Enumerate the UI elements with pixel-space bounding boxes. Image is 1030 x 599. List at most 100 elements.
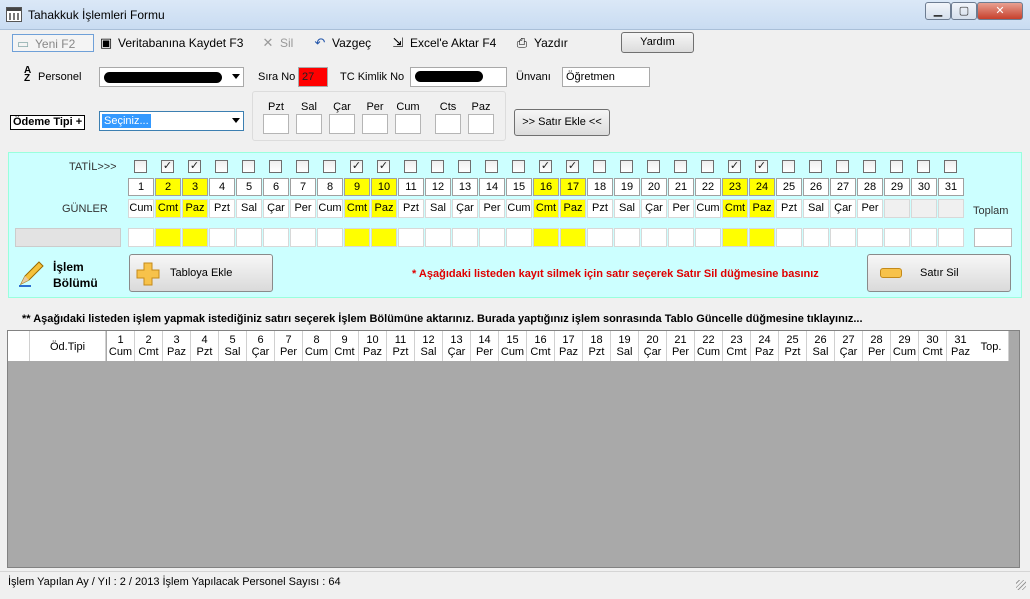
weekday-field[interactable] <box>263 114 289 134</box>
sort-az-icon[interactable]: AZ <box>24 66 36 84</box>
grid-header-day[interactable]: 13 Çar <box>443 331 471 361</box>
help-button[interactable]: Yardım <box>621 32 694 53</box>
day-value-field[interactable] <box>830 228 856 247</box>
day-value-field[interactable] <box>668 228 694 247</box>
grid-header-day[interactable]: 31 Paz <box>947 331 975 361</box>
day-value-field[interactable] <box>560 228 586 247</box>
add-row-button[interactable]: >> Satır Ekle << <box>514 109 610 136</box>
tatil-checkbox[interactable] <box>458 160 471 173</box>
grid-header-day[interactable]: 15 Cum <box>499 331 527 361</box>
grid-header-day[interactable]: 25 Pzt <box>779 331 807 361</box>
day-value-field[interactable] <box>506 228 532 247</box>
grid-header-day[interactable]: 1 Cum <box>107 331 135 361</box>
grid-header-day[interactable]: 22 Cum <box>695 331 723 361</box>
unvan-field[interactable]: Öğretmen <box>562 67 650 87</box>
tatil-checkbox[interactable] <box>485 160 498 173</box>
grid-header-day[interactable]: 18 Pzt <box>583 331 611 361</box>
tatil-checkbox[interactable] <box>431 160 444 173</box>
tatil-checkbox[interactable] <box>215 160 228 173</box>
tatil-checkbox[interactable] <box>404 160 417 173</box>
tatil-checkbox[interactable] <box>701 160 714 173</box>
tatil-checkbox[interactable]: ✓ <box>188 160 201 173</box>
day-value-field[interactable] <box>641 228 667 247</box>
tatil-checkbox[interactable]: ✓ <box>377 160 390 173</box>
grid-header-day[interactable]: 6 Çar <box>247 331 275 361</box>
tatil-checkbox[interactable] <box>782 160 795 173</box>
day-value-field[interactable] <box>911 228 937 247</box>
grid-header-day[interactable]: 12 Sal <box>415 331 443 361</box>
tc-kimlik-field[interactable] <box>410 67 507 87</box>
day-value-field[interactable] <box>857 228 883 247</box>
personel-dropdown[interactable] <box>99 67 244 87</box>
toplam-field[interactable] <box>974 228 1012 247</box>
day-value-field[interactable] <box>371 228 397 247</box>
tatil-checkbox[interactable]: ✓ <box>566 160 579 173</box>
maximize-button[interactable]: ▢ <box>951 2 977 20</box>
day-value-field[interactable] <box>533 228 559 247</box>
day-value-field[interactable] <box>317 228 343 247</box>
day-value-field[interactable] <box>803 228 829 247</box>
minimize-button[interactable]: ▁ <box>925 2 951 20</box>
day-value-field[interactable] <box>209 228 235 247</box>
tatil-checkbox[interactable] <box>296 160 309 173</box>
grid-header-day[interactable]: 24 Paz <box>751 331 779 361</box>
weekday-field[interactable] <box>362 114 388 134</box>
weekday-field[interactable] <box>296 114 322 134</box>
day-value-field[interactable] <box>236 228 262 247</box>
print-button[interactable]: ⎙ Yazdır <box>514 34 568 52</box>
tatil-checkbox[interactable] <box>134 160 147 173</box>
grid-header-day[interactable]: 27 Çar <box>835 331 863 361</box>
grid-header-day[interactable]: 5 Sal <box>219 331 247 361</box>
delete-button[interactable]: ✕ Sil <box>260 34 294 52</box>
grid-header-day[interactable]: 11 Pzt <box>387 331 415 361</box>
tatil-checkbox[interactable] <box>323 160 336 173</box>
tatil-checkbox[interactable] <box>512 160 525 173</box>
weekday-field[interactable] <box>435 114 461 134</box>
day-value-field[interactable] <box>587 228 613 247</box>
grid-header-day[interactable]: 28 Per <box>863 331 891 361</box>
grid-header-day[interactable]: 4 Pzt <box>191 331 219 361</box>
tatil-checkbox[interactable]: ✓ <box>728 160 741 173</box>
day-value-field[interactable] <box>344 228 370 247</box>
tatil-checkbox[interactable] <box>809 160 822 173</box>
tatil-checkbox[interactable]: ✓ <box>755 160 768 173</box>
day-value-field[interactable] <box>155 228 181 247</box>
data-grid[interactable] <box>7 330 1020 568</box>
day-value-field[interactable] <box>398 228 424 247</box>
tatil-checkbox[interactable] <box>647 160 660 173</box>
day-value-field[interactable] <box>290 228 316 247</box>
tatil-checkbox[interactable] <box>944 160 957 173</box>
grid-header-day[interactable]: 21 Per <box>667 331 695 361</box>
day-value-field[interactable] <box>128 228 154 247</box>
grid-header-odtipi[interactable]: Öd.Tipi <box>30 331 106 361</box>
grid-header-day[interactable]: 3 Paz <box>163 331 191 361</box>
day-value-field[interactable] <box>182 228 208 247</box>
grid-header-day[interactable]: 30 Cmt <box>919 331 947 361</box>
day-value-field[interactable] <box>938 228 964 247</box>
grid-header-day[interactable]: 16 Cmt <box>527 331 555 361</box>
grid-header-day[interactable]: 9 Cmt <box>331 331 359 361</box>
weekday-field[interactable] <box>395 114 421 134</box>
day-value-field[interactable] <box>425 228 451 247</box>
close-button[interactable]: ✕ <box>977 2 1023 20</box>
day-value-field[interactable] <box>722 228 748 247</box>
tatil-checkbox[interactable] <box>269 160 282 173</box>
odeme-tipi-add-button[interactable]: Ödeme Tipi + <box>10 115 86 130</box>
tatil-checkbox[interactable] <box>836 160 849 173</box>
day-value-field[interactable] <box>884 228 910 247</box>
export-excel-button[interactable]: ⇲ Excel'e Aktar F4 <box>390 34 497 52</box>
grid-header-day[interactable]: 10 Paz <box>359 331 387 361</box>
tatil-checkbox[interactable] <box>620 160 633 173</box>
grid-header-day[interactable]: 7 Per <box>275 331 303 361</box>
grid-row-header-corner[interactable] <box>8 331 30 361</box>
tatil-checkbox[interactable] <box>890 160 903 173</box>
day-value-field[interactable] <box>479 228 505 247</box>
add-to-table-button[interactable]: Tabloya Ekle <box>129 254 273 292</box>
grid-header-total[interactable]: Top. <box>974 331 1009 361</box>
new-button[interactable]: ▭ Yeni F2 <box>12 34 94 52</box>
grid-header-day[interactable]: 26 Sal <box>807 331 835 361</box>
weekday-field[interactable] <box>468 114 494 134</box>
tatil-checkbox[interactable] <box>863 160 876 173</box>
day-value-field[interactable] <box>452 228 478 247</box>
day-value-field[interactable] <box>263 228 289 247</box>
